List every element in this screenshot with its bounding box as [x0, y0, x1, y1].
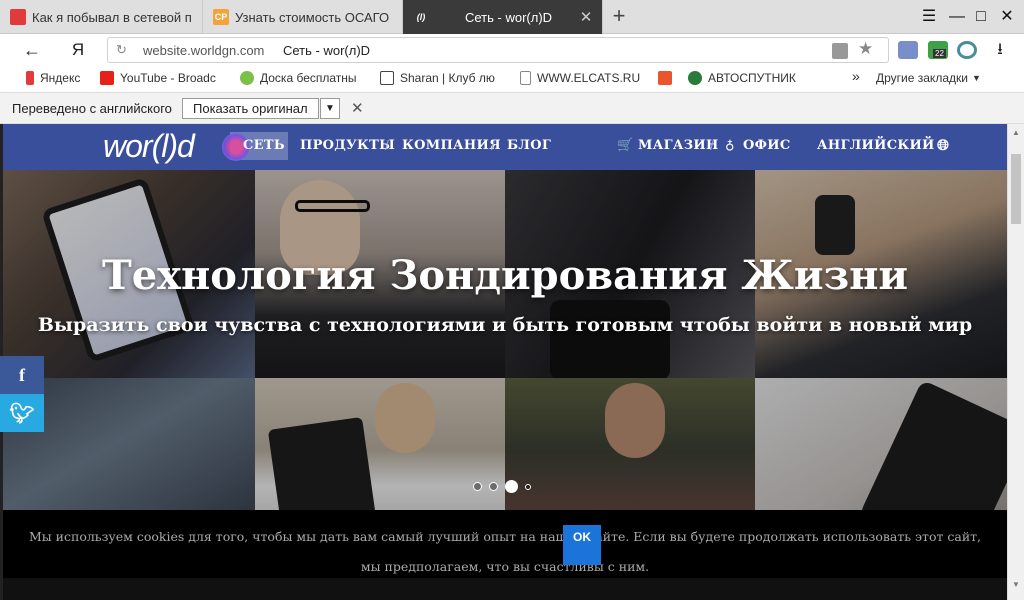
tab-2[interactable]: CP Узнать стоимость ОСАГО	[203, 0, 403, 34]
office-icon: ♁	[725, 138, 735, 153]
page-icon	[520, 71, 531, 85]
mail-icon[interactable]	[898, 41, 918, 59]
bookmark-avito[interactable]: Доска бесплатны	[240, 71, 357, 85]
tab-3-title: Сеть - wor(л)D	[465, 9, 553, 25]
nav-separator: /	[710, 137, 714, 153]
site-header: wor(l)d СЕТЬ ПРОДУКТЫ / КОМПАНИЯ / БЛОГ …	[3, 124, 1007, 170]
cart-icon: 🛒	[617, 138, 634, 153]
avito-icon	[240, 71, 254, 85]
other-bookmarks-label: Другие закладки	[876, 71, 968, 85]
minimize-icon[interactable]: —	[946, 7, 968, 27]
bookmark-sharan[interactable]: Sharan | Клуб лю	[380, 71, 495, 85]
slider-dot-2[interactable]	[489, 482, 498, 491]
page-scrollbar[interactable]: ▲ ▼	[1007, 124, 1024, 600]
scrollbar-thumb[interactable]	[1011, 154, 1021, 224]
bookmark-yandex[interactable]: Яндекс	[26, 71, 80, 85]
bookmark-elcats[interactable]: WWW.ELCATS.RU	[520, 71, 640, 85]
tab-3-favicon-icon: (l)	[413, 9, 429, 25]
page-viewport: Технология Зондирования Жизни Выразить с…	[0, 124, 1007, 600]
tab-2-favicon-icon: CP	[213, 9, 229, 25]
close-window-icon[interactable]: ✕	[996, 7, 1018, 27]
other-bookmarks[interactable]: Другие закладки ▼	[876, 71, 981, 85]
nav-company[interactable]: КОМПАНИЯ	[402, 138, 501, 153]
bookmarks-bar: Яндекс YouTube - Broadc Доска бесплатны …	[0, 66, 1024, 92]
hero-subtitle: Выразить свои чувства с технологиями и б…	[37, 314, 973, 336]
twitter-icon: 🐦︎	[9, 402, 35, 425]
maximize-icon[interactable]: □	[970, 7, 992, 27]
hero-dark-overlay	[3, 170, 1007, 558]
translate-bar: Переведено с английского Показать оригин…	[0, 92, 1024, 124]
slider-dot-4[interactable]	[525, 483, 531, 490]
download-icon[interactable]: ⭳	[988, 39, 1012, 61]
close-translate-icon[interactable]: ✕	[351, 99, 364, 117]
nav-products[interactable]: ПРОДУКТЫ	[300, 138, 395, 153]
slider-dot-3-active[interactable]	[505, 480, 518, 493]
url-page-title: Сеть - wor(л)D	[283, 43, 371, 58]
hero-title: Технология Зондирования Жизни	[101, 252, 909, 299]
reload-icon[interactable]: ↻	[116, 42, 127, 58]
url-host: website.worldgn.com	[143, 43, 265, 58]
bookmark-label: Доска бесплатны	[260, 71, 357, 85]
tab-1-favicon-icon	[10, 9, 26, 25]
facebook-share-button[interactable]: f	[0, 356, 44, 394]
tab-1-title: Как я побывал в сетевой п	[32, 9, 192, 25]
tab-close-icon[interactable]: ✕	[578, 8, 594, 26]
aliexpress-icon	[658, 71, 672, 85]
bookmark-label: Яндекс	[40, 71, 81, 85]
extension-badge: 22	[933, 49, 946, 58]
translate-label: Переведено с английского	[12, 101, 172, 116]
avtosputnik-icon	[688, 71, 702, 85]
extension-icon[interactable]	[957, 41, 977, 59]
bookmark-avtosputnik[interactable]: АВТОСПУТНИК	[688, 71, 796, 85]
slider-dots	[473, 480, 531, 493]
scroll-up-arrow-icon[interactable]: ▲	[1012, 128, 1020, 137]
chevron-down-icon: ▼	[971, 73, 981, 83]
lock-icon[interactable]	[832, 43, 848, 59]
nav-office[interactable]: ОФИС	[743, 138, 791, 153]
nav-shop[interactable]: МАГАЗИН	[638, 138, 719, 153]
bookmark-label: YouTube - Broadc	[120, 71, 216, 85]
tab-3-active[interactable]: (l) Сеть - wor(л)D ✕	[403, 0, 603, 34]
page-bottom-strip	[3, 578, 1007, 600]
bookmark-label: Sharan | Клуб лю	[400, 71, 495, 85]
nav-separator: /	[385, 137, 389, 153]
bookmark-youtube[interactable]: YouTube - Broadc	[100, 71, 216, 85]
tab-1[interactable]: Как я побывал в сетевой п	[0, 0, 203, 34]
browser-tab-bar: Как я побывал в сетевой п CP Узнать стои…	[0, 0, 1024, 34]
menu-icon[interactable]: ☰	[918, 7, 940, 27]
nav-language[interactable]: АНГЛИЙСКИЙ	[817, 138, 935, 153]
new-tab-button[interactable]: +	[606, 4, 632, 30]
bookmarks-overflow-icon[interactable]: »	[852, 68, 860, 84]
cookie-banner: Мы используем cookies для того, чтобы мы…	[3, 510, 1007, 578]
bookmark-label: WWW.ELCATS.RU	[537, 71, 641, 85]
browser-logo[interactable]: Я	[66, 39, 90, 61]
slider-dot-1[interactable]	[473, 482, 482, 491]
browser-toolbar: ← Я ↻ website.worldgn.com Сеть - wor(л)D…	[0, 34, 1024, 66]
sharan-icon	[380, 71, 394, 85]
globe-icon[interactable]: 🌐︎	[937, 136, 949, 154]
nav-network[interactable]: СЕТЬ	[243, 138, 285, 153]
site-logo[interactable]: wor(l)d	[103, 128, 195, 165]
tab-2-title: Узнать стоимость ОСАГО	[235, 9, 390, 25]
bookmark-star-icon[interactable]: ★	[858, 39, 873, 59]
youtube-icon	[100, 71, 114, 85]
nav-blog[interactable]: БЛОГ	[507, 138, 551, 153]
scroll-down-arrow-icon[interactable]: ▼	[1012, 580, 1020, 589]
bookmark-aliexpress[interactable]	[658, 71, 678, 85]
translate-options-chevron-icon[interactable]: ▼	[320, 98, 340, 119]
address-bar[interactable]: ↻ website.worldgn.com Сеть - wor(л)D ★	[107, 37, 889, 63]
cookie-text: Мы используем cookies для того, чтобы мы…	[28, 529, 982, 574]
nav-separator: /	[491, 137, 495, 153]
facebook-icon: f	[19, 364, 25, 385]
twitter-share-button[interactable]: 🐦︎	[0, 394, 44, 432]
bookmark-label: АВТОСПУТНИК	[708, 71, 796, 85]
yandex-icon	[26, 71, 34, 85]
show-original-button[interactable]: Показать оригинал	[182, 98, 319, 119]
cookie-ok-button[interactable]: OK	[563, 525, 601, 565]
back-arrow-icon[interactable]: ←	[20, 39, 44, 61]
